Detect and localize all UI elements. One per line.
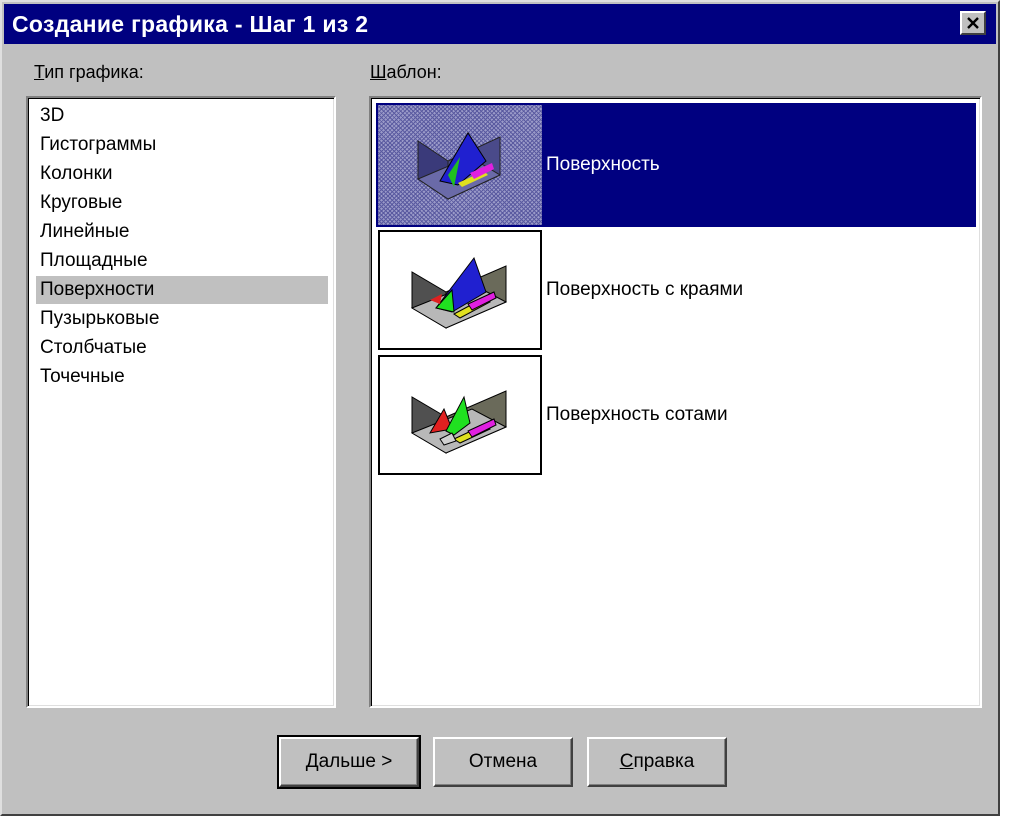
template-label: Шаблон: [370, 62, 442, 82]
chart-type-item-bar[interactable]: Столбчатые [36, 334, 328, 362]
cancel-button[interactable]: Отмена [433, 737, 573, 787]
window-title: Создание графика - Шаг 1 из 2 [12, 11, 369, 37]
chart-type-item-scatter[interactable]: Точечные [36, 363, 328, 391]
chart-type-item-area[interactable]: Площадные [36, 247, 328, 275]
surface-chart-icon [378, 105, 542, 225]
chart-type-item-line[interactable]: Линейные [36, 218, 328, 246]
chart-type-item-pie[interactable]: Круговые [36, 189, 328, 217]
template-label-surface: Поверхность [546, 154, 660, 175]
template-label-surface-honeycomb: Поверхность сотами [546, 404, 728, 425]
chart-wizard-dialog: Создание графика - Шаг 1 из 2 Тип график… [0, 0, 1000, 816]
template-list[interactable]: Поверхность Поверхность с краями Поверхн… [369, 96, 982, 708]
template-item-surface[interactable]: Поверхность [376, 103, 976, 227]
chart-type-item-3d[interactable]: 3D [36, 102, 328, 130]
chart-type-item-surface[interactable]: Поверхности [36, 276, 328, 304]
surface-honeycomb-chart-icon [378, 355, 542, 475]
help-button[interactable]: Справка [587, 737, 727, 787]
chart-type-label: Тип графика: [34, 62, 144, 82]
title-bar[interactable]: Создание графика - Шаг 1 из 2 [4, 4, 996, 44]
next-button[interactable]: Дальше > [277, 735, 421, 789]
surface-edges-chart-icon [378, 230, 542, 350]
chart-type-list[interactable]: 3D Гистограммы Колонки Круговые Линейные… [26, 96, 336, 708]
chart-type-item-histograms[interactable]: Гистограммы [36, 131, 328, 159]
close-icon [967, 17, 979, 29]
close-button[interactable] [960, 11, 986, 35]
chart-type-item-columns[interactable]: Колонки [36, 160, 328, 188]
template-item-surface-honeycomb[interactable]: Поверхность сотами [376, 353, 976, 477]
template-label-surface-edges: Поверхность с краями [546, 279, 744, 300]
template-item-surface-edges[interactable]: Поверхность с краями [376, 228, 976, 352]
chart-type-item-bubble[interactable]: Пузырьковые [36, 305, 328, 333]
